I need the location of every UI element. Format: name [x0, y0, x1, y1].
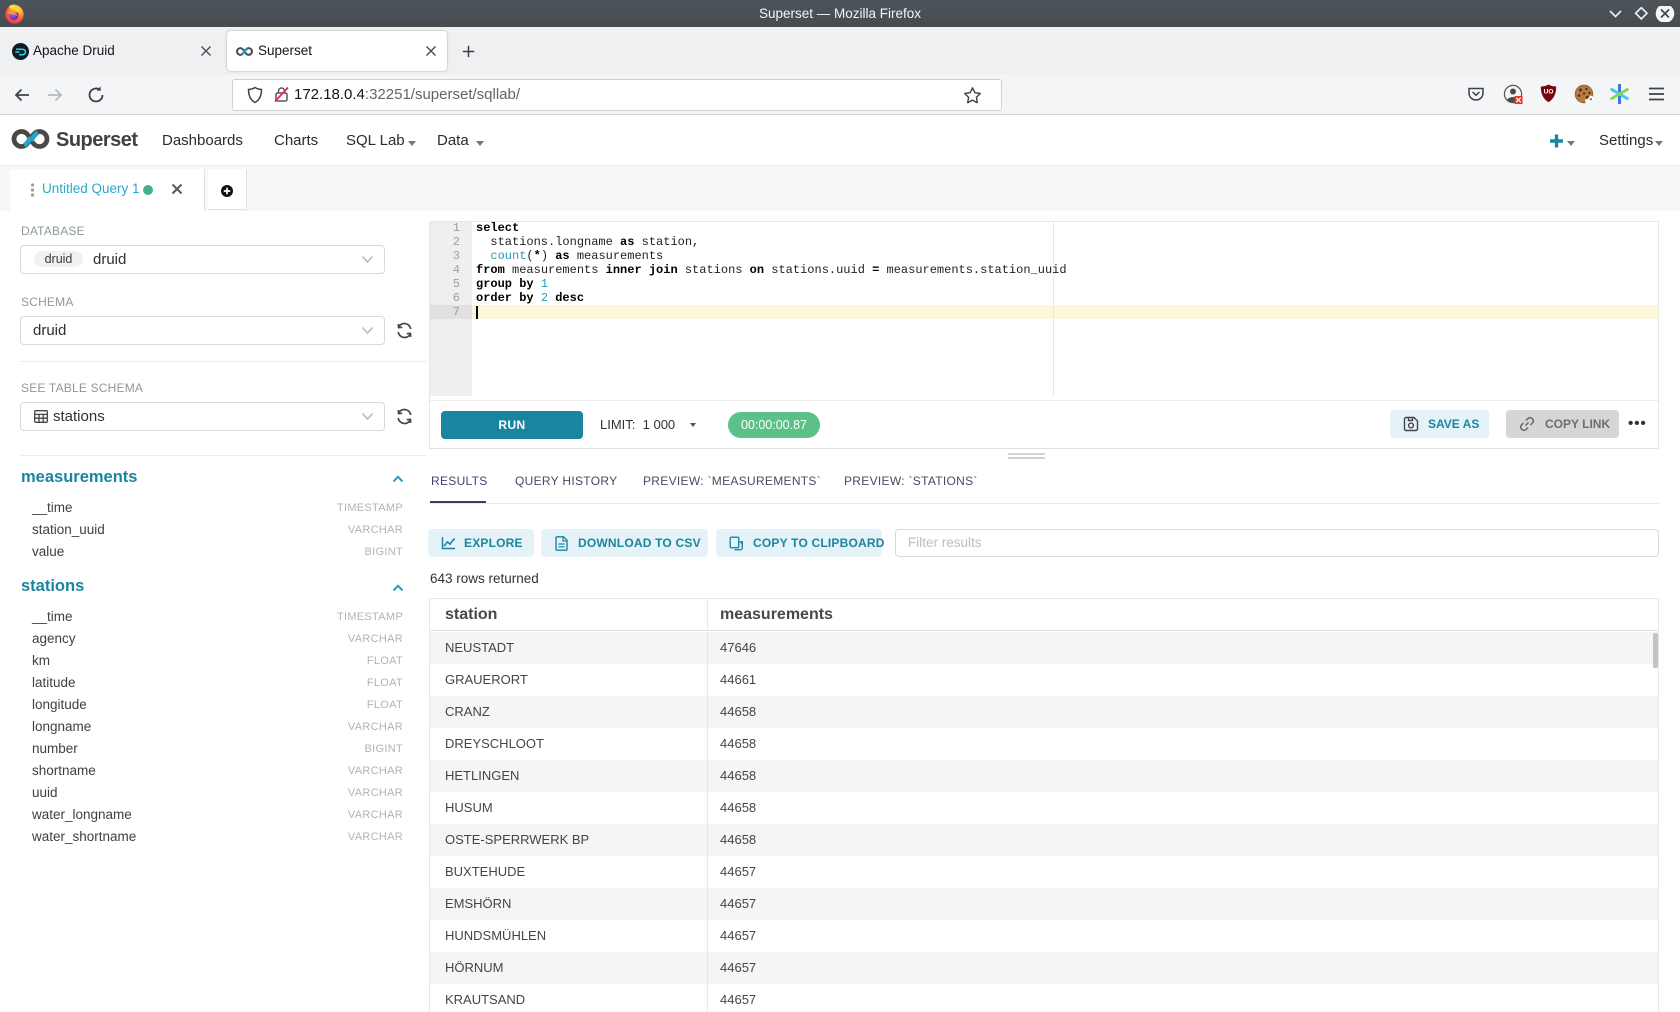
svg-text:UO: UO	[1544, 89, 1554, 96]
